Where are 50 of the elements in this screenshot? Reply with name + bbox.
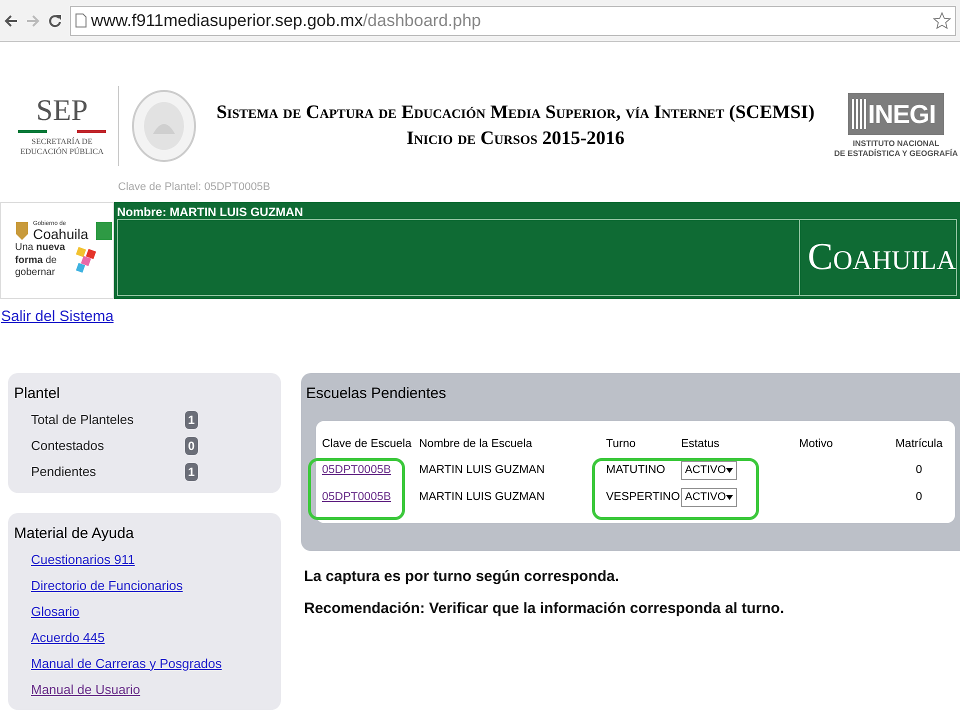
- column-header: Motivo: [799, 437, 834, 452]
- status-dropdown[interactable]: ACTIVO: [681, 461, 737, 480]
- column-header: Matrícula: [894, 437, 944, 452]
- state-name: Coahuila: [808, 235, 956, 280]
- table-cell: MATUTINO: [606, 464, 666, 476]
- sep-logo: SEP SECRETARÍA DE EDUCACIÓN PÚBLICA: [17, 96, 107, 156]
- help-link[interactable]: Directorio de Funcionarios: [31, 576, 183, 596]
- logout-link[interactable]: Salir del Sistema: [1, 308, 114, 325]
- table-cell: 0: [916, 490, 922, 503]
- status-dropdown[interactable]: ACTIVO: [681, 488, 737, 507]
- note-text: La captura es por turno según corresponda.: [304, 567, 620, 587]
- panel-title: Escuelas Pendientes: [306, 384, 448, 404]
- column-header: Nombre de la Escuela: [419, 437, 534, 452]
- star-icon[interactable]: [933, 12, 951, 30]
- help-link[interactable]: Manual de Carreras y Posgrados: [31, 654, 222, 674]
- note-text: Recomendación: Verificar que la información corresponda al turno.: [304, 598, 786, 618]
- panel-title: Plantel: [14, 384, 61, 404]
- inegi-logo: INEGI INSTITUTO NACIONAL DE ESTADÍSTICA Y GEOGRAFÍA: [834, 93, 958, 159]
- dropdown-caret-icon: [726, 494, 733, 501]
- help-link[interactable]: Manual de Usuario: [31, 680, 140, 700]
- help-link[interactable]: Acuerdo 445: [31, 628, 105, 648]
- address-bar[interactable]: www.f911mediasuperior.sep.gob.mx/dashboard.php: [70, 6, 956, 36]
- stat-label: Contestados: [31, 437, 105, 456]
- back-icon[interactable]: [4, 14, 18, 28]
- school-key-link[interactable]: 05DPT0005B: [322, 464, 392, 476]
- count-badge: 1: [185, 463, 198, 481]
- count-badge: 1: [185, 411, 198, 429]
- plantel-key-label: Clave de Plantel: 05DPT0005B: [118, 180, 270, 195]
- column-header: Turno: [606, 437, 637, 452]
- panel-title: Material de Ayuda: [14, 524, 135, 544]
- page-title: Sistema de Captura de Educación Media Superior, vía Internet (SCEMSI): [216, 101, 815, 125]
- dropdown-caret-icon: [726, 467, 733, 474]
- table-cell: MARTIN LUIS GUZMAN: [419, 464, 545, 476]
- reload-icon[interactable]: [48, 14, 62, 28]
- url-text: www.f911mediasuperior.sep.gob.mx/dashboard.php: [91, 10, 481, 32]
- column-header: Clave de Escuela: [322, 437, 412, 452]
- stat-label: Total de Planteles: [31, 411, 135, 430]
- table-cell: VESPERTINO: [606, 490, 680, 503]
- page-title: Inicio de Cursos 2015-2016: [406, 127, 625, 151]
- table-cell: MARTIN LUIS GUZMAN: [419, 490, 545, 503]
- stat-label: Pendientes: [31, 463, 98, 482]
- seal-icon: [131, 89, 197, 163]
- help-link[interactable]: Glosario: [31, 602, 80, 622]
- user-name: Nombre: MARTIN LUIS GUZMAN: [117, 205, 304, 219]
- table-cell: 0: [916, 464, 922, 476]
- count-badge: 0: [185, 437, 198, 455]
- school-key-link[interactable]: 05DPT0005B: [322, 490, 392, 503]
- page-icon: [75, 13, 87, 28]
- column-header: Estatus: [681, 437, 720, 452]
- help-link[interactable]: Cuestionarios 911: [31, 550, 135, 570]
